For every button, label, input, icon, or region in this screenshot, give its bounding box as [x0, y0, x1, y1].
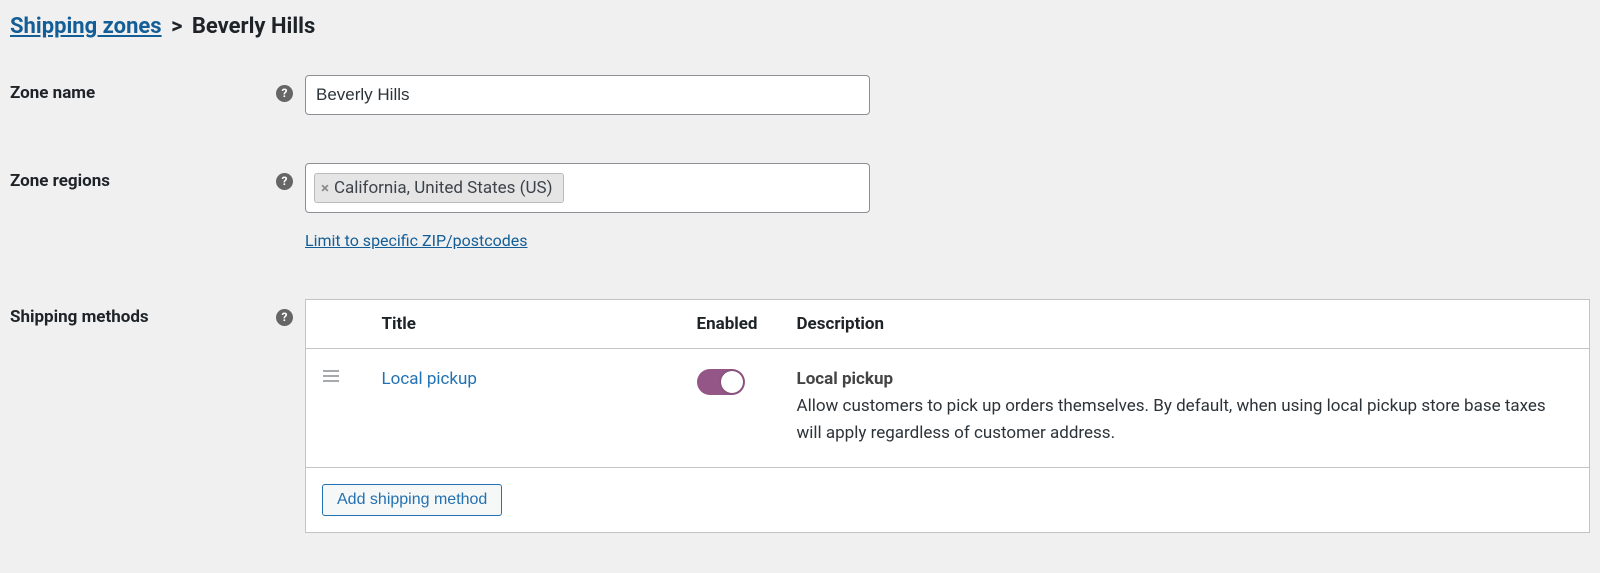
- add-shipping-method-button[interactable]: Add shipping method: [322, 484, 502, 516]
- col-header-enabled: Enabled: [681, 300, 781, 349]
- region-tag: × California, United States (US): [314, 173, 564, 203]
- limit-zip-link[interactable]: Limit to specific ZIP/postcodes: [305, 231, 528, 250]
- help-icon[interactable]: ?: [276, 173, 293, 190]
- method-desc-title: Local pickup: [797, 369, 1574, 389]
- zone-regions-select[interactable]: × California, United States (US): [305, 163, 870, 213]
- breadcrumb: Shipping zones > Beverly Hills: [10, 14, 1590, 39]
- shipping-methods-table: Title Enabled Description: [305, 299, 1590, 533]
- enabled-toggle[interactable]: [697, 369, 745, 395]
- drag-handle-icon[interactable]: [322, 369, 350, 383]
- method-title-link[interactable]: Local pickup: [382, 369, 477, 389]
- col-header-title: Title: [366, 300, 681, 349]
- region-tag-label: California, United States (US): [334, 178, 553, 198]
- table-row: Local pickup Local pickup Allow customer…: [306, 349, 1590, 468]
- breadcrumb-current: Beverly Hills: [192, 14, 315, 39]
- zone-name-input[interactable]: [305, 75, 870, 115]
- zone-name-label: Zone name: [10, 83, 95, 103]
- help-icon[interactable]: ?: [276, 85, 293, 102]
- remove-region-icon[interactable]: ×: [321, 181, 329, 196]
- shipping-methods-label: Shipping methods: [10, 307, 149, 327]
- breadcrumb-separator: >: [167, 14, 186, 39]
- col-header-description: Description: [781, 300, 1590, 349]
- breadcrumb-link-shipping-zones[interactable]: Shipping zones: [10, 14, 162, 39]
- help-icon[interactable]: ?: [276, 309, 293, 326]
- method-desc-body: Allow customers to pick up orders themse…: [797, 393, 1574, 447]
- zone-regions-label: Zone regions: [10, 171, 110, 191]
